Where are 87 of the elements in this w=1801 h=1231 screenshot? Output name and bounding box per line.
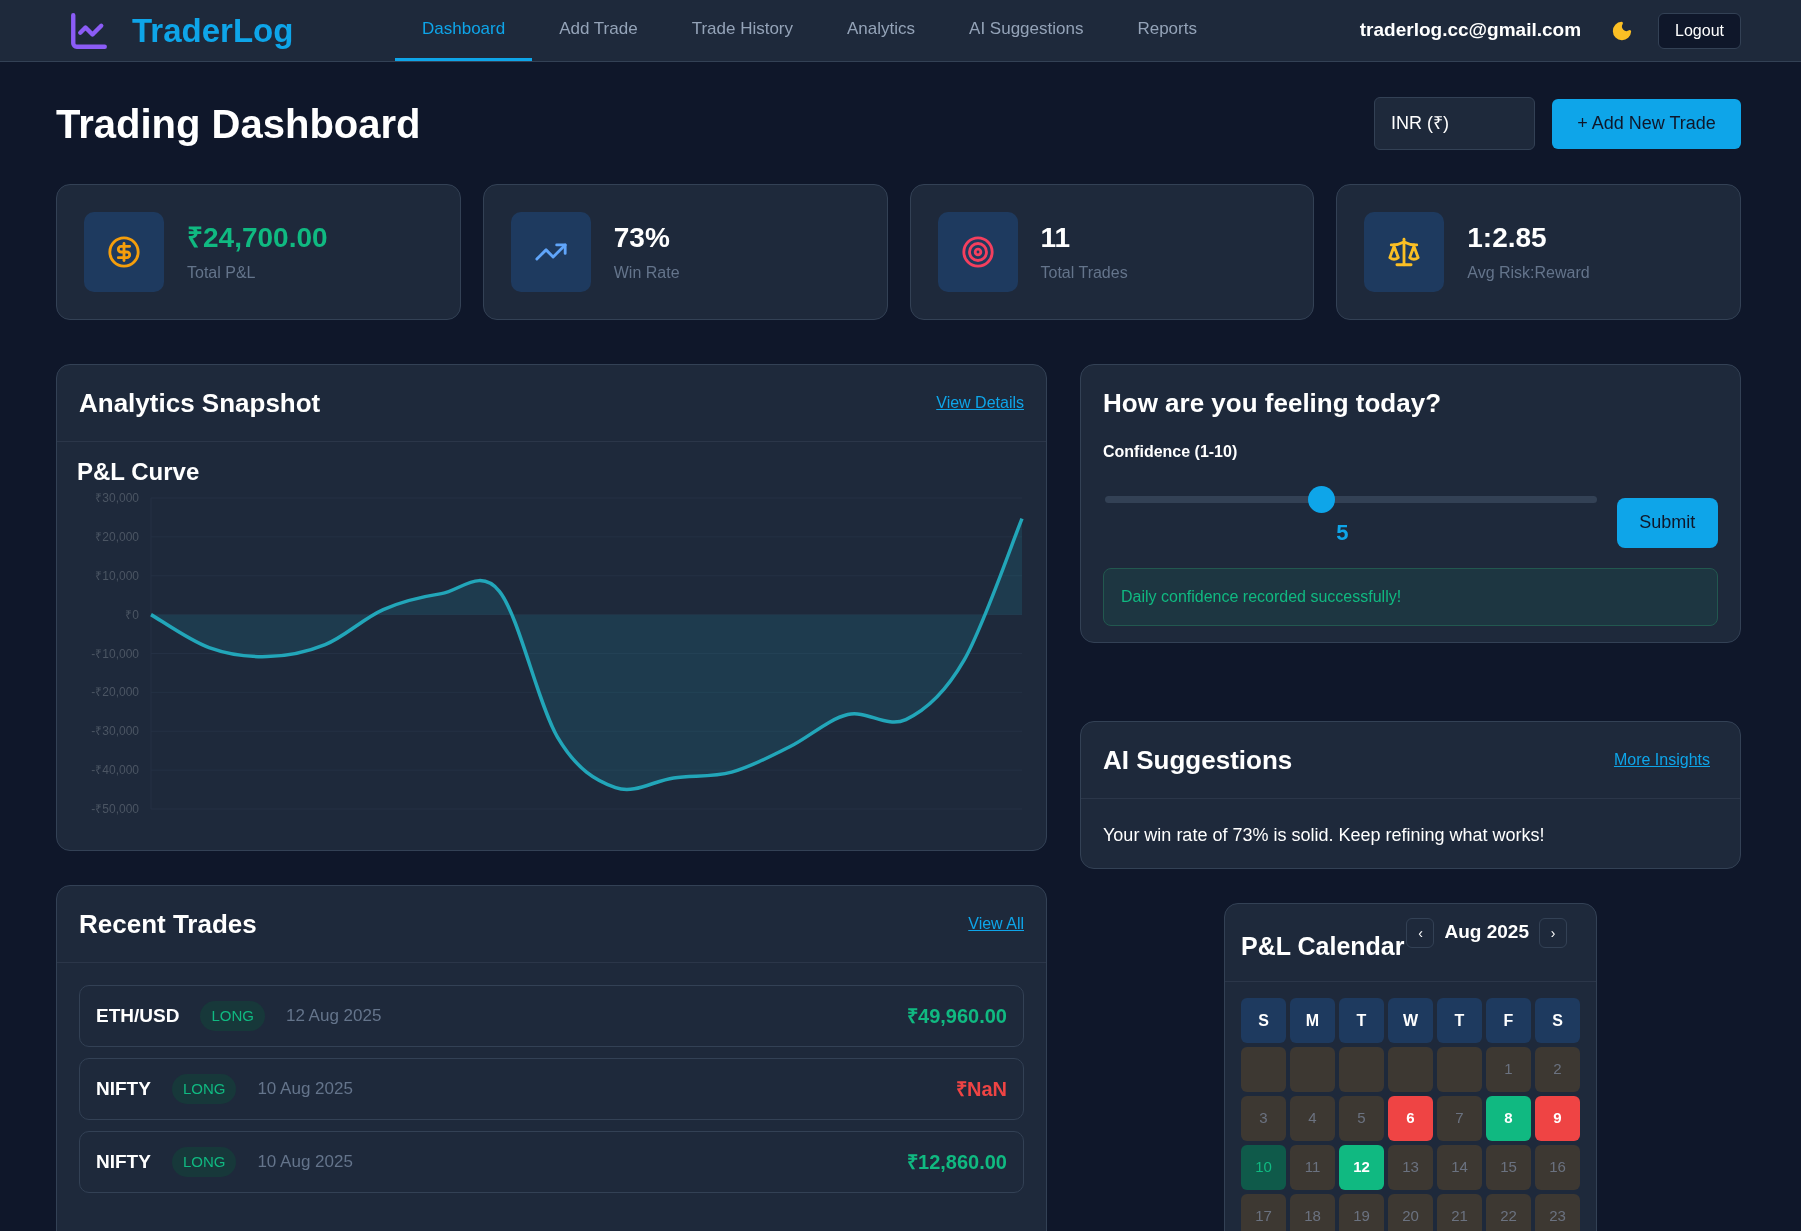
card-title: Recent Trades <box>79 907 257 941</box>
stat-label: Total P&L <box>187 262 257 283</box>
weekday-header: S <box>1535 998 1580 1043</box>
nav-tab[interactable]: Trade History <box>664 0 821 61</box>
trade-row[interactable]: NIFTY LONG 10 Aug 2025 ₹NaN <box>79 1058 1024 1120</box>
stat-value: 11 <box>1040 220 1072 255</box>
card-link[interactable]: More Insights <box>1613 748 1710 772</box>
trade-amount: ₹NaN <box>956 1077 1007 1102</box>
stat-label: Win Rate <box>613 262 680 283</box>
stat-label: Total Trades <box>1040 262 1128 283</box>
trade-row[interactable]: ETH/USD LONG 12 Aug 2025 ₹49,960.00 <box>79 985 1024 1047</box>
calendar-day[interactable]: 11 <box>1290 1145 1335 1190</box>
nav-tab[interactable]: AI Suggestions <box>942 0 1111 61</box>
calendar-day[interactable]: 23 <box>1535 1194 1580 1231</box>
card-title: How are you feeling today? <box>1103 387 1442 420</box>
trade-amount: ₹12,860.00 <box>907 1150 1007 1175</box>
target-icon <box>960 235 995 269</box>
weekday-header: T <box>1339 998 1384 1043</box>
calendar-day[interactable]: 6 <box>1388 1096 1433 1141</box>
calendar-day[interactable]: 15 <box>1486 1145 1531 1190</box>
card-title: P&L Calendar <box>1241 931 1405 962</box>
weekday-header: S <box>1241 998 1286 1043</box>
calendar-day[interactable]: 9 <box>1535 1096 1580 1141</box>
moon-icon[interactable] <box>1611 19 1634 42</box>
trade-date: 10 Aug 2025 <box>257 1078 353 1101</box>
side-badge: LONG <box>171 1073 237 1105</box>
calendar-day[interactable]: 8 <box>1486 1096 1531 1141</box>
calendar-day[interactable]: 13 <box>1388 1145 1433 1190</box>
stat-value: 1:2.85 <box>1467 220 1548 255</box>
calendar-day[interactable]: 17 <box>1241 1194 1286 1231</box>
suggestion-text: Your win rate of 73% is solid. Keep refining what works! <box>1102 824 1546 847</box>
nav-tab[interactable]: Reports <box>1110 0 1224 61</box>
card-title: AI Suggestions <box>1103 743 1293 777</box>
balance-scale-icon <box>1387 235 1422 269</box>
stat-value: ₹24,700.00 <box>187 220 328 255</box>
trade-date: 12 Aug 2025 <box>285 1005 382 1028</box>
calendar-day[interactable]: 3 <box>1241 1096 1286 1141</box>
dollar-coin-icon <box>107 235 141 269</box>
side-badge: LONG <box>200 1000 265 1032</box>
next-month-button[interactable]: › <box>1538 918 1567 948</box>
nav-tab[interactable]: Add Trade <box>532 0 665 61</box>
calendar-day[interactable]: 20 <box>1388 1194 1433 1231</box>
weekday-header: F <box>1486 998 1531 1043</box>
logout-button[interactable]: Logout <box>1658 12 1741 49</box>
calendar-day[interactable]: 12 <box>1339 1145 1384 1190</box>
calendar-day[interactable]: 16 <box>1535 1145 1580 1190</box>
trade-amount: ₹49,960.00 <box>907 1004 1007 1029</box>
calendar-day[interactable]: 4 <box>1290 1096 1335 1141</box>
calendar-day[interactable]: 22 <box>1486 1194 1531 1231</box>
calendar-day[interactable]: 21 <box>1437 1194 1482 1231</box>
stat-label: Avg Risk:Reward <box>1467 262 1590 283</box>
trade-symbol: NIFTY <box>96 1149 151 1174</box>
weekday-header: T <box>1437 998 1482 1043</box>
trade-symbol: NIFTY <box>96 1076 151 1101</box>
add-trade-button[interactable]: + Add New Trade <box>1552 98 1741 149</box>
calendar-day[interactable]: 5 <box>1339 1096 1384 1141</box>
trade-row[interactable]: NIFTY LONG 10 Aug 2025 ₹12,860.00 <box>79 1131 1024 1193</box>
chart-title: P&L Curve <box>77 460 200 484</box>
currency-select[interactable]: INR (₹) <box>1374 97 1535 150</box>
weekday-header: W <box>1388 998 1433 1043</box>
slider-reading: 5 <box>1336 518 1349 547</box>
user-email: traderlog.cc@gmail.com <box>1359 18 1582 43</box>
nav-tab[interactable]: Dashboard <box>395 0 533 61</box>
trade-date: 10 Aug 2025 <box>257 1151 353 1174</box>
slider-label: Confidence (1-10) <box>1103 441 1238 462</box>
success-message: Daily confidence recorded successfully! <box>1103 567 1718 626</box>
calendar-day[interactable]: 18 <box>1290 1194 1335 1231</box>
calendar-day[interactable]: 10 <box>1241 1145 1286 1190</box>
month-label: Aug 2025 <box>1444 920 1529 944</box>
card-title: Analytics Snapshot <box>79 386 321 420</box>
calendar-day[interactable]: 1 <box>1486 1047 1531 1092</box>
side-badge: LONG <box>171 1146 237 1178</box>
nav-tab[interactable]: Analytics <box>820 0 943 61</box>
card-link[interactable]: View All <box>968 912 1024 936</box>
calendar-day[interactable]: 19 <box>1339 1194 1384 1231</box>
stat-value: 73% <box>613 220 671 255</box>
calendar-day[interactable]: 2 <box>1535 1047 1580 1092</box>
slider-thumb[interactable] <box>1308 485 1336 513</box>
brand-name: TraderLog <box>132 10 295 51</box>
trade-symbol: ETH/USD <box>96 1003 180 1028</box>
previous-month-button[interactable]: ‹ <box>1406 918 1435 948</box>
weekday-header: M <box>1290 998 1335 1043</box>
calendar-day[interactable]: 7 <box>1437 1096 1482 1141</box>
card-link[interactable]: View Details <box>936 391 1024 415</box>
page-title: Trading Dashboard <box>56 100 421 148</box>
calendar-day[interactable]: 14 <box>1437 1145 1482 1190</box>
submit-button[interactable]: Submit <box>1616 497 1718 548</box>
